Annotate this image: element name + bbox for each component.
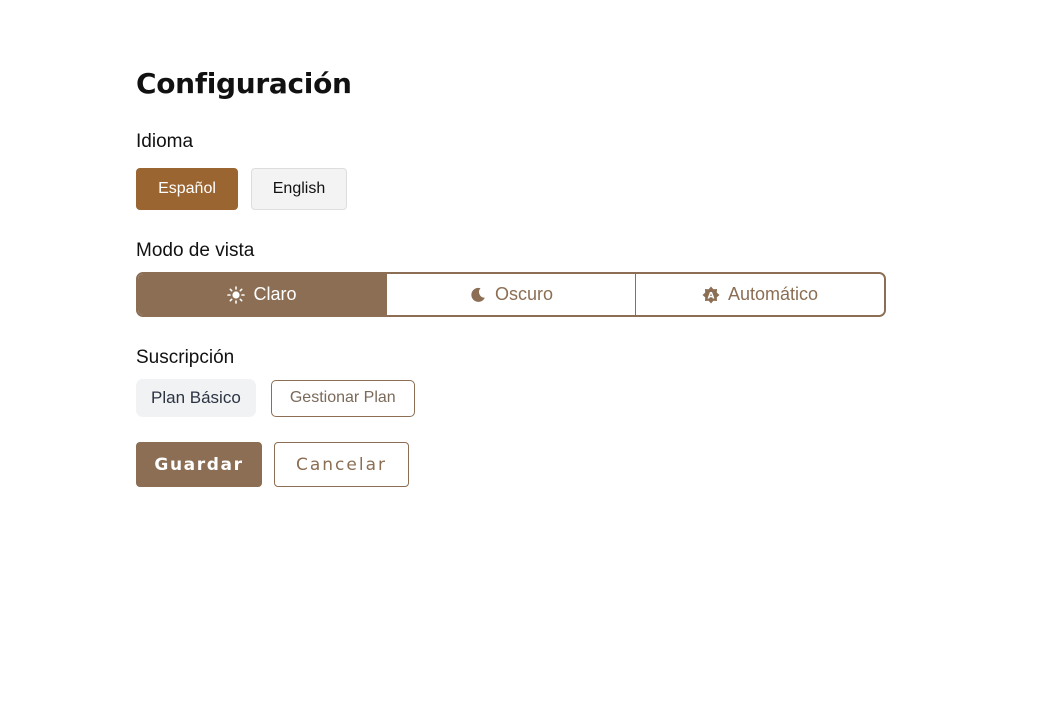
page-title: Configuración bbox=[136, 67, 352, 100]
cancel-button[interactable]: Cancelar bbox=[274, 442, 409, 487]
subscription-row: Plan Básico Gestionar Plan bbox=[136, 379, 896, 417]
sun-icon bbox=[227, 285, 246, 304]
manage-plan-button[interactable]: Gestionar Plan bbox=[270, 379, 415, 417]
view-mode-label: Modo de vista bbox=[136, 240, 255, 261]
form-actions: Guardar Cancelar bbox=[136, 442, 896, 487]
language-label: Idioma bbox=[136, 131, 194, 152]
view-mode-selector: Claro Oscuro A Automático bbox=[136, 272, 886, 317]
svg-text:A: A bbox=[707, 291, 714, 301]
language-option-english[interactable]: English bbox=[251, 168, 347, 210]
language-option-espanol[interactable]: Español bbox=[136, 168, 238, 210]
language-selector: Español English bbox=[136, 168, 896, 210]
subscription-label: Suscripción bbox=[136, 347, 235, 368]
settings-page: Configuración Idioma Español English Mod… bbox=[136, 60, 896, 487]
view-mode-option-dark[interactable]: Oscuro bbox=[386, 274, 635, 315]
moon-icon bbox=[469, 286, 487, 304]
save-button[interactable]: Guardar bbox=[136, 442, 262, 487]
view-mode-option-label: Claro bbox=[253, 284, 297, 304]
view-mode-option-light[interactable]: Claro bbox=[138, 274, 386, 315]
current-plan-badge: Plan Básico bbox=[136, 379, 256, 417]
view-mode-option-label: Oscuro bbox=[494, 284, 554, 304]
view-mode-option-auto[interactable]: A Automático bbox=[635, 274, 884, 315]
auto-brightness-icon: A bbox=[702, 286, 720, 304]
view-mode-option-label: Automático bbox=[727, 284, 819, 304]
